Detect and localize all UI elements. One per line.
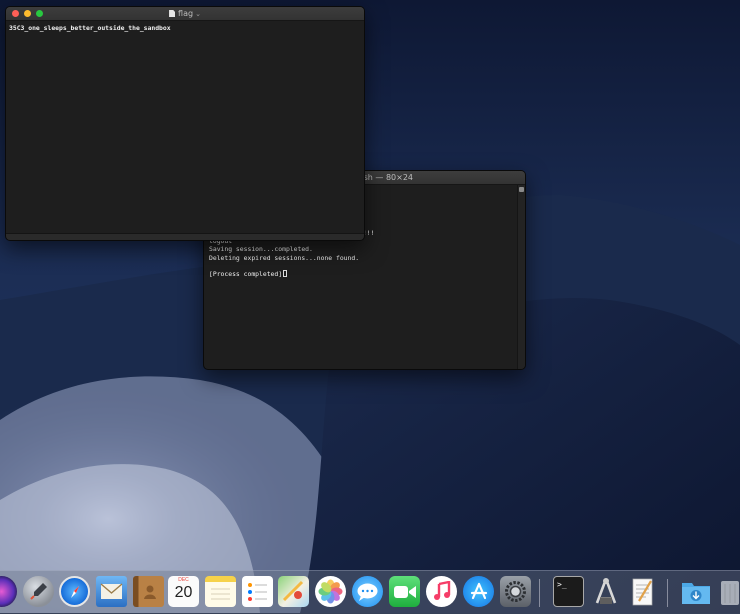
launchpad-icon[interactable]: [23, 576, 54, 607]
calendar-icon[interactable]: DEC 20: [168, 576, 199, 607]
calendar-day: 20: [174, 584, 193, 601]
flag-window-bottom-bar: [6, 233, 364, 240]
downloads-folder-icon[interactable]: [680, 576, 711, 607]
flag-window-title: flag: [178, 9, 194, 18]
terminal-scrollbar[interactable]: [517, 185, 525, 369]
terminal-scroll-thumb[interactable]: [519, 187, 524, 192]
textedit-icon[interactable]: [627, 576, 658, 607]
dock: DEC 20 >_: [0, 570, 740, 614]
terminal-line: [Process completed]: [209, 269, 514, 278]
dock-separator: [667, 579, 668, 607]
terminal-cursor: [283, 269, 288, 277]
terminal-line-text: [Process completed]: [209, 269, 283, 278]
flag-titlebar[interactable]: flag ⌄: [6, 7, 364, 21]
music-icon[interactable]: [426, 576, 457, 607]
safari-icon[interactable]: [59, 576, 90, 607]
maps-icon[interactable]: [278, 576, 309, 607]
trash-icon[interactable]: [717, 576, 740, 607]
messages-icon[interactable]: [352, 576, 383, 607]
dock-separator: [539, 579, 540, 607]
chevron-down-icon[interactable]: ⌄: [195, 8, 201, 21]
calendar-month: DEC: [178, 577, 189, 583]
terminal-line: Saving session...completed.: [209, 245, 313, 254]
photos-icon[interactable]: [315, 576, 346, 607]
facetime-icon[interactable]: [389, 576, 420, 607]
terminal-line: Deleting expired sessions...none found.: [209, 253, 360, 262]
reminders-icon[interactable]: [242, 576, 273, 607]
app-store-icon[interactable]: [463, 576, 494, 607]
flag-window-title-area[interactable]: flag ⌄: [6, 7, 364, 20]
notes-icon[interactable]: [205, 576, 236, 607]
contacts-icon[interactable]: [133, 576, 164, 607]
flag-text-line: 35C3_one_sleeps_better_outside_the_sandb…: [9, 24, 171, 32]
system-preferences-icon[interactable]: [500, 576, 531, 607]
script-editor-icon[interactable]: [590, 576, 621, 607]
siri-icon[interactable]: [0, 576, 17, 607]
flag-window[interactable]: flag ⌄ 35C3_one_sleeps_better_outside_the…: [5, 6, 365, 241]
document-icon: [169, 10, 176, 17]
terminal-prompt-glyph: >_: [557, 580, 567, 589]
mail-icon[interactable]: [96, 576, 127, 607]
flag-document-text[interactable]: 35C3_one_sleeps_better_outside_the_sandb…: [6, 21, 364, 234]
terminal-icon[interactable]: >_: [553, 576, 584, 607]
